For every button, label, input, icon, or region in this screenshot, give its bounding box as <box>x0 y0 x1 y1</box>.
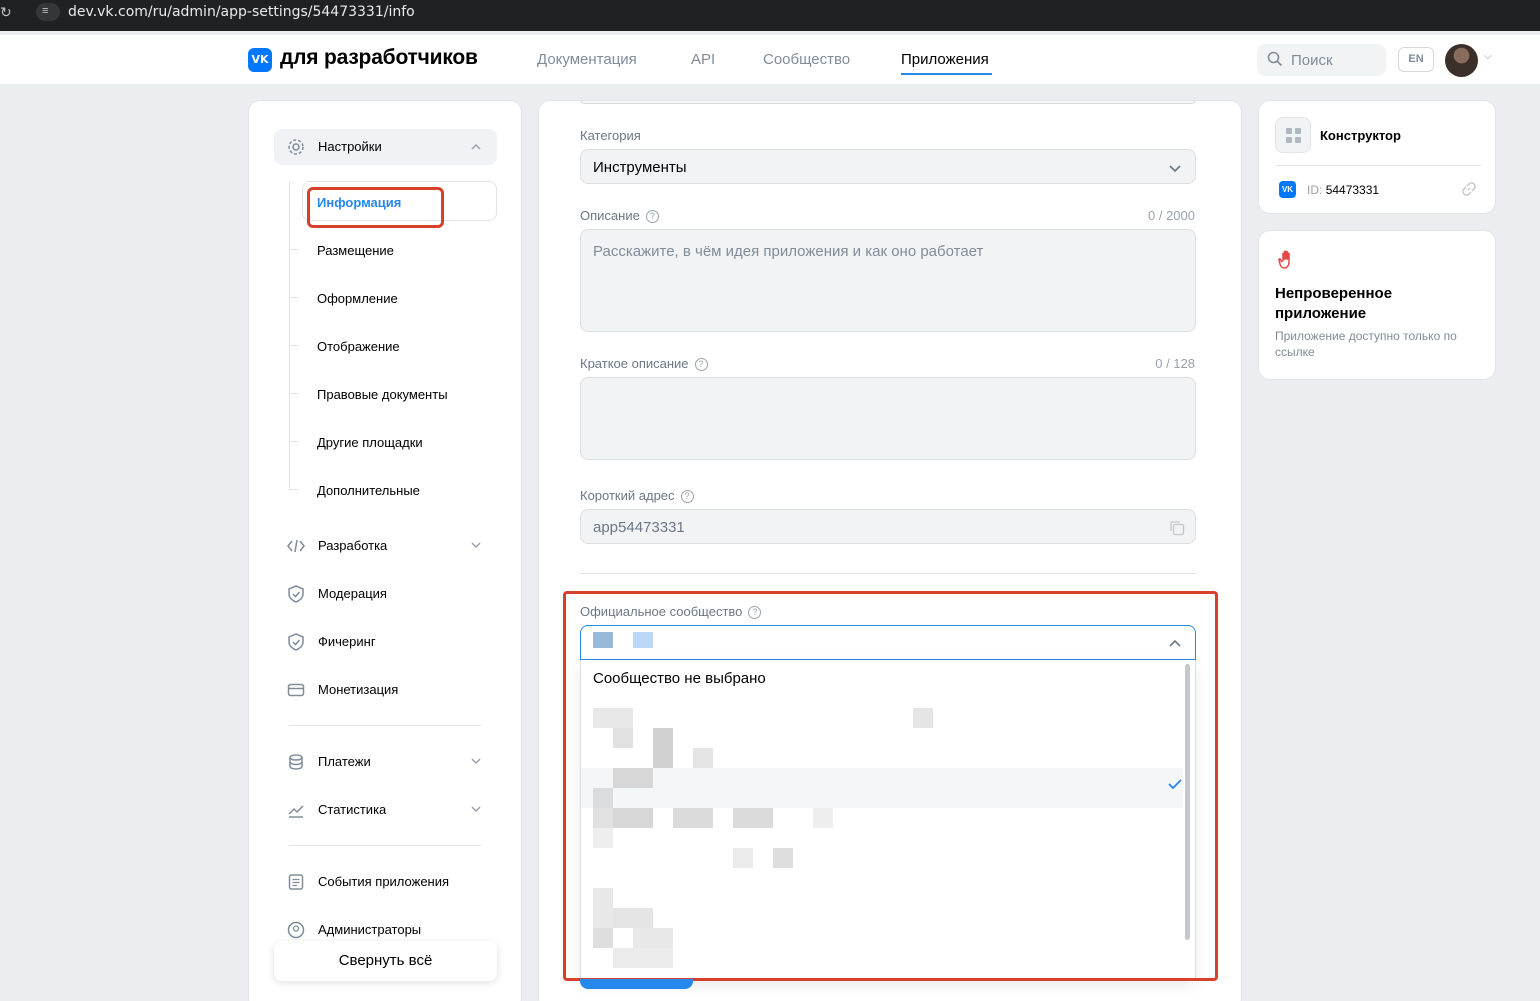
sidebar-item-admins[interactable]: Администраторы <box>318 922 421 937</box>
gear-icon <box>288 139 304 155</box>
vk-logo-icon: VK <box>1279 181 1296 198</box>
description-textarea[interactable]: Расскажите, в чём идея приложения и как … <box>580 229 1196 332</box>
user-circle-icon <box>287 921 305 939</box>
tree-tick <box>289 249 299 250</box>
nav-active-underline <box>901 73 992 75</box>
sidebar-divider <box>289 725 481 726</box>
search-placeholder: Поиск <box>1291 52 1333 69</box>
chevron-down-icon[interactable] <box>470 755 482 767</box>
short-address-label: Короткий адрес? <box>580 488 694 503</box>
shield-icon <box>288 585 304 603</box>
code-icon <box>287 539 305 553</box>
nav-docs[interactable]: Документация <box>537 51 637 68</box>
sidebar-divider <box>289 845 481 846</box>
sidebar-item-statistics[interactable]: Статистика <box>318 802 386 817</box>
highlight-box-info <box>307 187 444 228</box>
sidebar-item-settings[interactable]: Настройки <box>318 139 382 154</box>
short-description-textarea[interactable] <box>580 377 1196 460</box>
vk-logo-icon[interactable]: VK <box>248 48 272 72</box>
description-placeholder: Расскажите, в чём идея приложения и как … <box>593 243 984 260</box>
help-icon[interactable]: ? <box>680 490 694 503</box>
language-button[interactable]: EN <box>1398 47 1434 72</box>
shield-check-icon <box>288 633 304 651</box>
sidebar-item-additional[interactable]: Дополнительные <box>317 483 420 498</box>
grid-icon <box>1275 117 1311 153</box>
search-icon <box>1267 51 1283 67</box>
link-icon[interactable] <box>1461 181 1477 197</box>
builder-title[interactable]: Конструктор <box>1320 128 1401 143</box>
sidebar-item-events[interactable]: События приложения <box>318 874 449 889</box>
highlight-box-community <box>563 591 1218 981</box>
section-divider <box>580 573 1196 574</box>
category-label: Категория <box>580 128 641 143</box>
help-icon[interactable]: ? <box>694 358 708 371</box>
chevron-down-icon[interactable]: ⌵ <box>1484 51 1492 62</box>
short-address-value: app54473331 <box>593 519 685 536</box>
chart-trend-icon <box>288 805 304 818</box>
chevron-down-icon[interactable] <box>470 803 482 815</box>
tree-line <box>289 181 290 489</box>
logo-text[interactable]: для разработчиков <box>280 46 478 70</box>
avatar[interactable] <box>1445 44 1478 77</box>
sidebar-item-development[interactable]: Разработка <box>318 538 387 553</box>
description-label-text: Описание <box>580 208 640 223</box>
short-description-label: Краткое описание? <box>580 356 708 371</box>
nav-apps[interactable]: Приложения <box>901 51 989 68</box>
settings-sidebar: Настройки Информация Размещение Оформлен… <box>248 100 522 1001</box>
tree-tick <box>289 393 299 394</box>
chevron-down-icon[interactable] <box>470 539 482 551</box>
previous-field-edge <box>580 101 1196 104</box>
help-icon[interactable]: ? <box>645 210 659 223</box>
category-value: Инструменты <box>593 159 687 176</box>
tree-tick <box>289 297 299 298</box>
app-id: ID: 54473331 <box>1307 183 1379 197</box>
description-counter: 0 / 2000 <box>1148 208 1195 223</box>
sidebar-item-design[interactable]: Оформление <box>317 291 398 306</box>
sidebar-item-display[interactable]: Отображение <box>317 339 400 354</box>
tree-tick <box>289 345 299 346</box>
address-url[interactable]: dev.vk.com/ru/admin/app-settings/5447333… <box>68 4 415 20</box>
search-input[interactable]: Поиск <box>1257 44 1386 76</box>
tree-tick <box>289 489 299 490</box>
collapse-all-button[interactable]: Свернуть всё <box>274 941 497 981</box>
chevron-down-icon <box>1169 165 1181 173</box>
save-button[interactable] <box>580 979 693 989</box>
sidebar-item-placement[interactable]: Размещение <box>317 243 394 258</box>
chevron-up-icon[interactable] <box>470 141 482 153</box>
sidebar-item-moderation[interactable]: Модерация <box>318 586 387 601</box>
sidebar-item-featuring[interactable]: Фичеринг <box>318 634 376 649</box>
database-icon <box>289 754 303 770</box>
site-info-button[interactable]: ≡ <box>36 3 60 21</box>
copy-icon[interactable] <box>1169 520 1185 536</box>
site-header: VK для разработчиков Документация API Со… <box>0 35 1540 84</box>
tree-tick <box>289 441 299 442</box>
app-id-value: 54473331 <box>1325 183 1380 197</box>
short-description-label-text: Краткое описание <box>580 356 689 371</box>
short-description-counter: 0 / 128 <box>1155 356 1195 371</box>
app-info-form: Категория Инструменты Описание? 0 / 2000… <box>538 100 1242 1001</box>
browser-address-bar: ↻ ≡ dev.vk.com/ru/admin/app-settings/544… <box>0 0 1540 31</box>
builder-card: Конструктор VK ID: 54473331 <box>1258 100 1496 214</box>
nav-community[interactable]: Сообщество <box>763 51 850 68</box>
unverified-app-card: Непроверенное приложение Приложение дост… <box>1258 230 1496 380</box>
warning-title: Непроверенное приложение <box>1275 285 1393 322</box>
short-address-field[interactable]: app54473331 <box>580 509 1196 544</box>
reload-icon[interactable]: ↻ <box>0 4 12 21</box>
hand-stop-icon <box>1278 250 1290 269</box>
card-divider <box>1275 165 1481 166</box>
description-label: Описание? <box>580 208 659 223</box>
short-address-label-text: Короткий адрес <box>580 488 675 503</box>
nav-api[interactable]: API <box>691 51 715 68</box>
tune-icon: ≡ <box>42 5 49 17</box>
sidebar-item-payments[interactable]: Платежи <box>318 754 371 769</box>
app-id-label: ID: <box>1307 183 1323 197</box>
sidebar-group-settings[interactable] <box>274 129 497 165</box>
category-select[interactable]: Инструменты <box>580 149 1196 184</box>
sidebar-item-legal[interactable]: Правовые документы <box>317 387 448 402</box>
sidebar-item-monetization[interactable]: Монетизация <box>318 682 398 697</box>
sidebar-item-platforms[interactable]: Другие площадки <box>317 435 423 450</box>
warning-text: Приложение доступно только по ссылке <box>1275 329 1457 359</box>
list-document-icon <box>288 874 304 890</box>
card-icon <box>287 683 305 697</box>
